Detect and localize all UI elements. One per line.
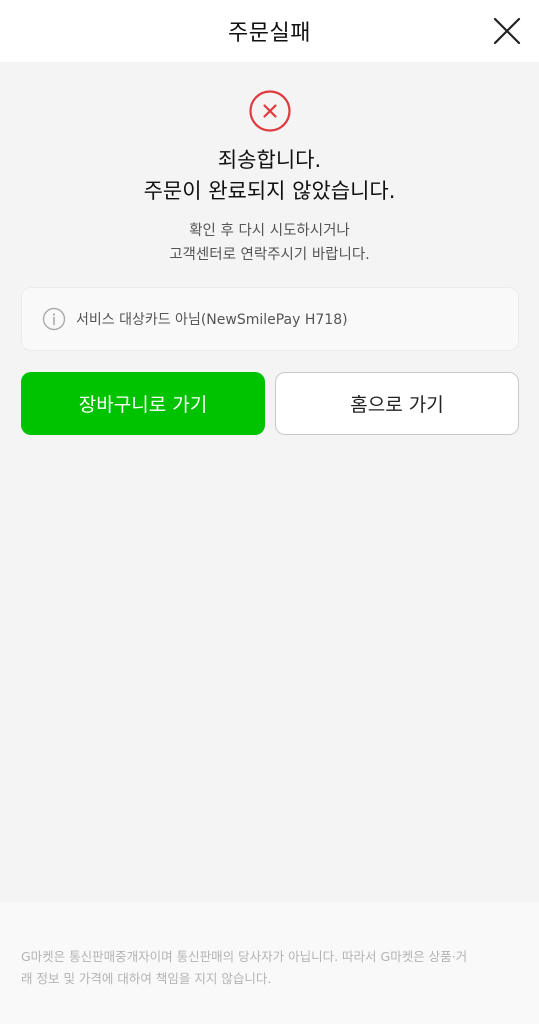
header-bar: 주문실패: [0, 0, 539, 62]
close-button[interactable]: [491, 15, 523, 47]
main-content: 죄송합니다. 주문이 완료되지 않았습니다. 확인 후 다시 시도하시거나 고객…: [0, 62, 539, 902]
failure-description-line2: 고객센터로 연락주시기 바랍니다.: [169, 247, 370, 263]
failure-description-line1: 확인 후 다시 시도하시거나: [189, 223, 350, 239]
error-notice-box: 서비스 대상카드 아님(NewSmilePay H718): [21, 287, 519, 351]
disclaimer-line2: 래 정보 및 가격에 대하여 책임을 지지 않습니다.: [21, 971, 272, 986]
error-notice-text: 서비스 대상카드 아님(NewSmilePay H718): [76, 312, 348, 328]
info-icon: [42, 307, 66, 331]
footer-disclaimer: G마켓은 통신판매중개자이며 통신판매의 당사자가 아닙니다. 따라서 G마켓은…: [0, 902, 539, 1024]
error-x-circle-icon: [249, 90, 291, 132]
disclaimer-line1: G마켓은 통신판매중개자이며 통신판매의 당사자가 아닙니다. 따라서 G마켓은…: [21, 949, 468, 964]
go-to-cart-button[interactable]: 장바구니로 가기: [21, 372, 265, 435]
close-icon: [493, 17, 521, 45]
failure-title-line1: 죄송합니다.: [217, 148, 322, 172]
page-title: 주문실패: [228, 21, 311, 46]
failure-title-line2: 주문이 완료되지 않았습니다.: [143, 179, 396, 203]
go-home-button[interactable]: 홈으로 가기: [275, 372, 519, 435]
